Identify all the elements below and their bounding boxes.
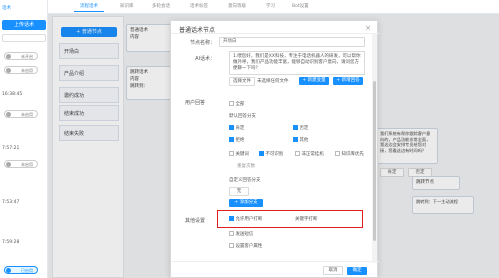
add-branch-button[interactable]: + 添加分支 <box>229 199 263 207</box>
kb-priority-checkbox[interactable] <box>335 151 340 156</box>
custom-branch-none[interactable]: 无 <box>229 187 249 196</box>
branch-positive[interactable]: 肯定 <box>229 125 244 131</box>
reply-all-option[interactable]: 全部 <box>229 101 244 107</box>
toggle-script-3[interactable]: 未启用 <box>4 110 38 118</box>
new-variable-button[interactable]: + 新建变量 <box>299 77 329 85</box>
ai-script-textarea[interactable]: 1.喂您好，我们是XX科技，专注于电话机器人的研发，可以帮你做外呼，我们产品功能… <box>229 51 365 75</box>
set-attr-text: 设置客户属性 <box>235 244 263 249</box>
branch-refuse[interactable]: 拒绝 <box>229 137 244 143</box>
new-answer-button[interactable]: + 新增回答 <box>333 77 363 85</box>
cancel-button[interactable]: 取消 <box>323 266 343 275</box>
branch-negative-text: 否定 <box>299 126 309 131</box>
keyword-text: 关键词 <box>235 152 249 157</box>
tab-flow-script[interactable]: 流程话术 <box>74 2 104 12</box>
branch-positive-checkbox[interactable] <box>229 125 234 130</box>
branch-positive-text: 肯定 <box>235 126 245 131</box>
hangup-option[interactable]: 非正常挂机 <box>295 151 324 157</box>
hangup-checkbox[interactable] <box>295 151 300 156</box>
no-file-text: 未选择任何文件 <box>257 79 289 84</box>
default-branch-title: 默认回答分支 <box>229 114 256 119</box>
reply-all-text: 全部 <box>235 102 245 107</box>
set-attr-option[interactable]: 设置客户属性 <box>229 243 262 249</box>
keyword-interrupt-text: 关键字打断 <box>295 217 318 222</box>
tab-learn[interactable]: 学习 <box>260 2 281 12</box>
reply-all-checkbox[interactable] <box>229 101 234 106</box>
unrecognized-text: 不可识别 <box>265 152 284 157</box>
branch-refuse-checkbox[interactable] <box>229 137 234 142</box>
unrecognized-option[interactable]: 不可识别 <box>259 151 283 157</box>
node-edit-modal: 普通话术节点 × 节点名称： 开场白 AI话术： 1.喂您好，我们是XX科技，专… <box>170 20 379 278</box>
branch-negative[interactable]: 否定 <box>293 125 308 131</box>
keyword-checkbox[interactable] <box>229 151 234 156</box>
close-icon[interactable]: × <box>365 24 371 32</box>
send-sms-option[interactable]: 发送短信 <box>229 231 253 237</box>
branch-other-text: 其他 <box>299 138 309 143</box>
upload-script-button[interactable]: 上传话术 <box>2 20 46 30</box>
app-root: 上传话术 话术 未开启 未启用 16:38:45 未启用 7:57:21 未启用… <box>0 0 499 278</box>
toggle-script-1[interactable]: 未开启 <box>4 52 38 60</box>
timestamp-3: 7:53:47 <box>2 200 20 205</box>
custom-branch-title: 自定义回答分支 <box>229 178 261 183</box>
allow-interrupt-option[interactable]: 允许用户打断 <box>229 216 262 222</box>
modal-scrollbar-thumb[interactable] <box>373 81 376 241</box>
branch-other-checkbox[interactable] <box>293 137 298 142</box>
tab-tags[interactable]: 话术标签 <box>184 2 214 12</box>
send-sms-checkbox[interactable] <box>229 231 234 236</box>
unrecognized-checkbox[interactable] <box>259 151 264 156</box>
timestamp-2: 7:57:21 <box>2 146 20 151</box>
keyword-option[interactable]: 关键词 <box>229 151 249 157</box>
modal-divider <box>171 33 379 34</box>
branch-other[interactable]: 其他 <box>293 137 308 143</box>
ai-script-label: AI话术： <box>195 56 215 62</box>
footer-divider <box>171 261 379 262</box>
keyword-interrupt-option[interactable]: 关键字打断 <box>295 216 318 222</box>
top-tabs: 流程话术 知识库 多轮会话 话术标签 意向等级 学习 Bot设置 <box>48 0 499 14</box>
kb-priority-text: 知识库优先 <box>341 152 364 157</box>
toggle-script-4[interactable]: 未启用 <box>4 160 38 168</box>
node-name-label: 节点名称： <box>189 40 215 46</box>
node-name-input[interactable]: 开场白 <box>219 37 365 47</box>
timestamp-1: 16:38:45 <box>2 92 23 97</box>
branch-negative-checkbox[interactable] <box>293 125 298 130</box>
user-reply-label: 用户回答 <box>185 100 206 106</box>
set-attr-checkbox[interactable] <box>229 243 234 248</box>
toggle-script-2[interactable]: 未启用 <box>4 66 38 74</box>
tab-multiturn[interactable]: 多轮会话 <box>146 2 176 12</box>
timestamp-4: 7:59:28 <box>2 240 20 245</box>
tab-intent[interactable]: 意向等级 <box>222 2 252 12</box>
script-search-input[interactable] <box>2 34 46 42</box>
repeat-count-label: 重复次数 <box>237 164 255 169</box>
script-list-sidebar: 上传话术 话术 未开启 未启用 16:38:45 未启用 7:57:21 未启用… <box>0 0 48 278</box>
kb-priority-option[interactable]: 知识库优先 <box>335 151 364 157</box>
allow-interrupt-text: 允许用户打断 <box>235 217 263 222</box>
toggle-script-5[interactable]: 已启用 <box>4 266 38 274</box>
sidebar-title: 话术 <box>2 6 11 11</box>
tab-bot-settings[interactable]: Bot设置 <box>286 2 315 12</box>
send-sms-text: 发送短信 <box>235 232 254 237</box>
allow-interrupt-checkbox[interactable] <box>229 216 234 221</box>
ok-button[interactable]: 确定 <box>347 267 367 275</box>
tab-knowledge[interactable]: 知识库 <box>114 2 140 12</box>
select-file-button[interactable]: 选择文件 <box>229 77 255 86</box>
hangup-text: 非正常挂机 <box>301 152 324 157</box>
branch-refuse-text: 拒绝 <box>235 138 245 143</box>
